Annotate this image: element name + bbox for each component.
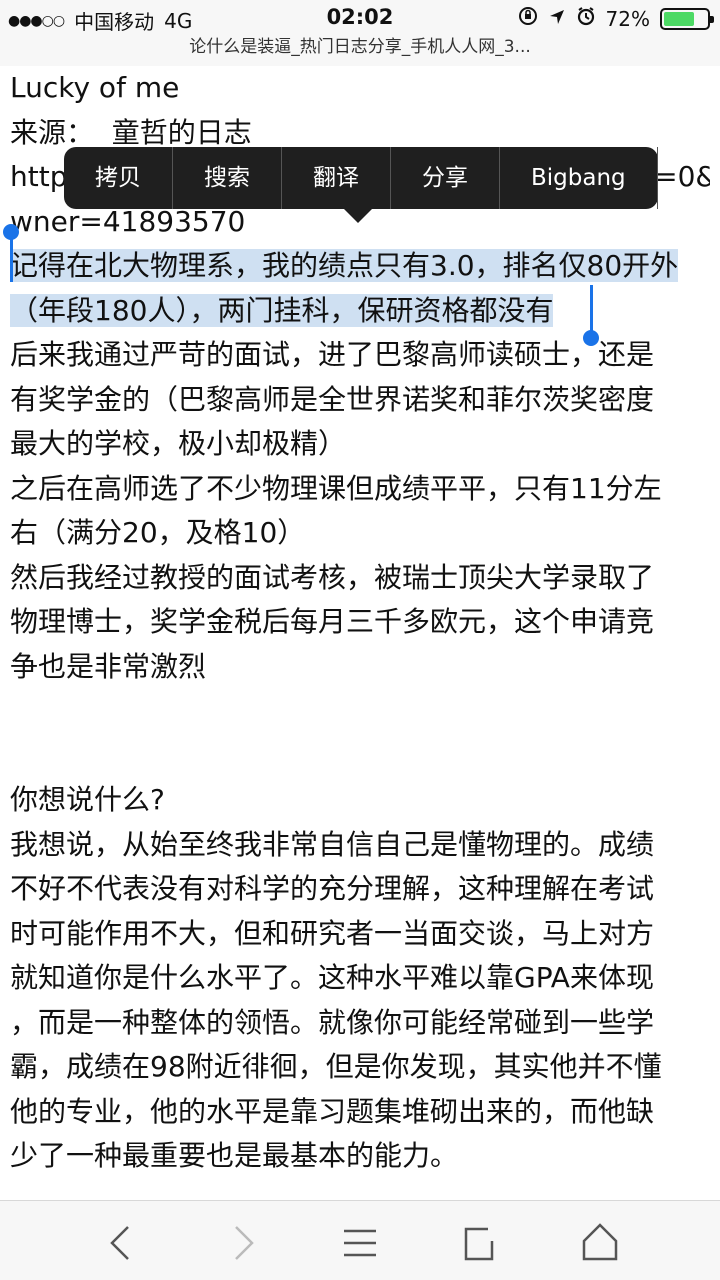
line-text: 霸，成绩在98附近徘徊，但是你发现，其实他并不懂 xyxy=(10,1050,662,1083)
line-text: 有奖学金的（巴黎高师是全世界诺奖和菲尔茨奖密度 xyxy=(10,382,655,416)
line-text: 时可能作用不大，但和研究者一当面交谈，马上对方 xyxy=(10,916,655,950)
line-text: 最大的学校，极小却极精） xyxy=(10,427,347,460)
alarm-icon xyxy=(576,6,596,31)
bottom-toolbar xyxy=(0,1200,720,1280)
line-text: 右（满分20，及格10） xyxy=(10,516,306,549)
article-line: 少了一种最重要也是最基本的能力。 xyxy=(10,1134,710,1179)
article-line: （年段180人），两门挂科，保研资格都没有 xyxy=(10,289,710,334)
article-line: 他的专业，他的水平是靠习题集堆砌出来的，而他缺 xyxy=(10,1090,710,1135)
line-text: 之后在高师选了不少物理课但成绩平平，只有11分左 xyxy=(10,471,662,505)
line-text: 然后我经过教授的面试考核，被瑞士顶尖大学录取了 xyxy=(10,560,655,594)
article-line: 右（满分20，及格10） xyxy=(10,511,710,556)
article-line: 然后我经过教授的面试考核，被瑞士顶尖大学录取了 xyxy=(10,556,710,601)
status-right: 72% xyxy=(518,6,714,31)
selected-text: 记得在北大物理系，我的绩点只有3.0，排名仅80开外 xyxy=(10,249,679,282)
rotation-lock-icon xyxy=(518,6,538,31)
menu-icon[interactable] xyxy=(338,1221,382,1265)
article-content: Lucky of me来源： 童哲的日志http://share.renren.… xyxy=(10,66,710,1200)
location-icon xyxy=(548,7,566,31)
line-text: 不好不代表没有对科学的充分理解，这种理解在考试 xyxy=(10,872,655,905)
article-line: 之后在高师选了不少物理课但成绩平平，只有11分左 xyxy=(10,467,710,512)
battery-fill xyxy=(664,11,695,26)
forward-icon[interactable] xyxy=(220,1221,264,1265)
line-text: 你想说什么? xyxy=(10,783,165,816)
article-line: 时可能作用不大，但和研究者一当面交谈，马上对方 xyxy=(10,912,710,957)
article-line: 霸，成绩在98附近徘徊，但是你发现，其实他并不懂 xyxy=(10,1045,710,1090)
line-text: wner=41893570 xyxy=(10,204,246,238)
line-text: Lucky of me xyxy=(10,71,180,104)
line-text: 来源： 童哲的日志 xyxy=(10,115,252,149)
battery-icon xyxy=(660,7,714,30)
line-text: 就知道你是什么水平了。这种水平难以靠GPA来体现 xyxy=(10,961,654,994)
line-text: 争也是非常激烈 xyxy=(10,649,207,683)
page-title[interactable]: 论什么是装逼_热门日志分享_手机人人网_3... xyxy=(0,36,720,66)
line-text: 物理博士，奖学金税后每月三千多欧元，这个申请竞 xyxy=(10,605,655,638)
line-text: 他的专业，他的水平是靠习题集堆砌出来的，而他缺 xyxy=(10,1094,655,1128)
article-line: 最大的学校，极小却极精） xyxy=(10,422,710,467)
selection-end-caret xyxy=(590,285,593,331)
article-line: 有奖学金的（巴黎高师是全世界诺奖和菲尔茨奖密度 xyxy=(10,378,710,423)
article-line: Lucky of me xyxy=(10,66,710,111)
article-line: 你想说什么? xyxy=(10,778,710,823)
menu-translate[interactable]: 翻译 xyxy=(282,147,391,209)
home-icon[interactable] xyxy=(578,1221,622,1265)
article-line: 争也是非常激烈 xyxy=(10,645,710,690)
battery-nub xyxy=(710,15,714,23)
selection-end-handle[interactable] xyxy=(583,330,599,346)
article-line: 我想说，从始至终我非常自信自己是懂物理的。成绩 xyxy=(10,823,710,868)
status-bar: ●●●○○ 中国移动 4G 02:02 72% xyxy=(0,0,720,36)
selection-start-caret xyxy=(10,236,13,282)
line-text: 我想说，从始至终我非常自信自己是懂物理的。成绩 xyxy=(10,827,655,861)
line-text: 少了一种最重要也是最基本的能力。 xyxy=(10,1139,459,1172)
article-line: 就知道你是什么水平了。这种水平难以靠GPA来体现 xyxy=(10,956,710,1001)
menu-copy[interactable]: 拷贝 xyxy=(64,147,173,209)
article-line: 后来我通过严苛的面试，进了巴黎高师读硕士，还是 xyxy=(10,333,710,378)
callout-pointer xyxy=(343,208,373,223)
menu-search[interactable]: 搜索 xyxy=(173,147,282,209)
tabs-icon[interactable] xyxy=(458,1221,502,1265)
menu-bigbang[interactable]: Bigbang xyxy=(500,147,658,209)
line-text: 后来我通过严苛的面试，进了巴黎高师读硕士，还是 xyxy=(10,338,655,371)
article-line: 物理博士，奖学金税后每月三千多欧元，这个申请竞 xyxy=(10,600,710,645)
menu-share[interactable]: 分享 xyxy=(391,147,500,209)
article-line: 记得在北大物理系，我的绩点只有3.0，排名仅80开外 xyxy=(10,244,710,289)
article-line: 不好不代表没有对科学的充分理解，这种理解在考试 xyxy=(10,867,710,912)
battery-percent: 72% xyxy=(605,6,650,31)
selection-callout-menu: 拷贝 搜索 翻译 分享 Bigbang xyxy=(64,147,658,223)
line-text: ，而是一种整体的领悟。就像你可能经常碰到一些学 xyxy=(10,1005,655,1039)
selected-text: （年段180人），两门挂科，保研资格都没有 xyxy=(10,293,554,327)
article-line: ，而是一种整体的领悟。就像你可能经常碰到一些学 xyxy=(10,1001,710,1046)
back-icon[interactable] xyxy=(100,1221,144,1265)
